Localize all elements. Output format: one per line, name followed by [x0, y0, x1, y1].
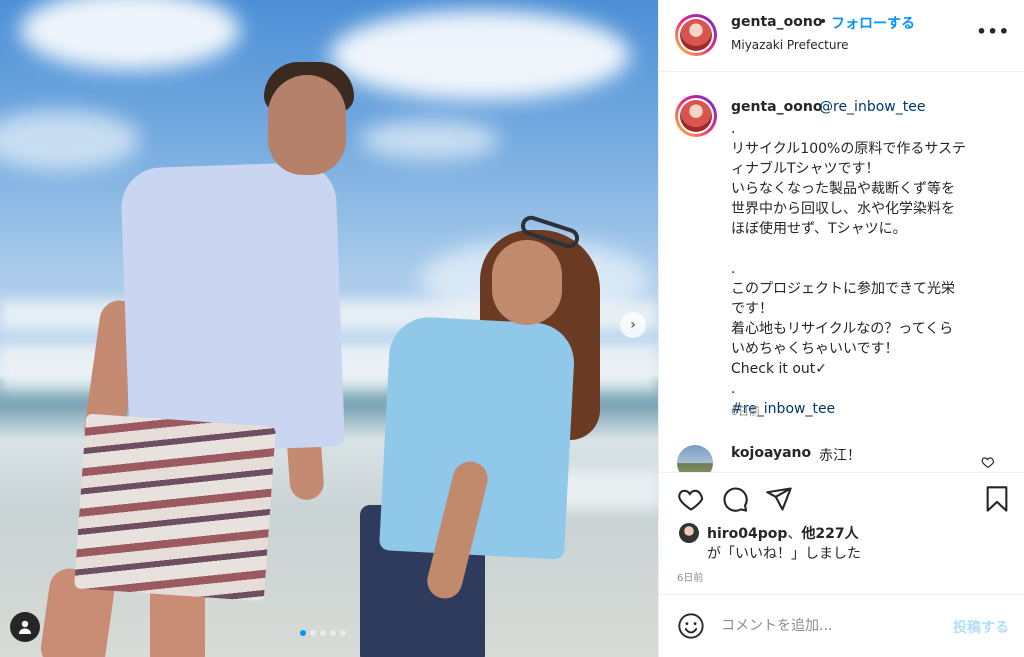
woman-shirt — [378, 315, 577, 560]
caption-line: . — [731, 381, 736, 397]
follow-button[interactable]: フォローする — [831, 13, 915, 33]
caption-line: 世界中から回収し、水や化学染料を — [731, 201, 955, 217]
post-timestamp[interactable]: 6日前 — [677, 569, 703, 584]
share-icon[interactable] — [765, 485, 793, 513]
tagged-users-button[interactable] — [10, 612, 40, 642]
carousel-dot — [340, 630, 346, 636]
caption-line: このプロジェクトに参加できて光栄 — [731, 281, 955, 297]
caption-username[interactable]: genta_oono — [731, 99, 822, 115]
chevron-right-icon: › — [630, 317, 636, 333]
caption-timestamp[interactable]: 6日前 — [731, 403, 760, 419]
location-link[interactable]: Miyazaki Prefecture — [731, 38, 849, 52]
liker-avatar[interactable] — [679, 523, 699, 543]
cloud — [20, 0, 240, 70]
likes-count[interactable]: 他227人 — [801, 526, 858, 542]
caption-line: Check it out✓ — [731, 361, 828, 377]
caption-line: 着心地もリサイクルなの？ってくら — [731, 321, 954, 337]
avatar[interactable] — [675, 14, 717, 56]
comment-input[interactable] — [721, 613, 941, 639]
caption-line: ィナブルTシャツです！ — [731, 161, 880, 177]
comment-text: 赤江！ — [819, 448, 861, 464]
carousel-next-button[interactable]: › — [620, 312, 646, 338]
separator-dot: • — [819, 14, 828, 30]
caption-line: いめちゃくちゃいいです！ — [731, 341, 899, 357]
caption-line: リサイクル100%の原料で作るサステ — [731, 141, 967, 157]
caption-line: です！ — [731, 301, 773, 317]
post-header: genta_oono • フォローする Miyazaki Prefecture … — [659, 0, 1024, 72]
comment-icon[interactable] — [721, 485, 749, 513]
user-icon — [19, 620, 31, 634]
cloud — [360, 120, 500, 160]
caption-line — [731, 239, 1001, 259]
username-link[interactable]: genta_oono — [731, 14, 822, 30]
liker-username[interactable]: hiro04pop — [707, 526, 787, 542]
comment-heart-icon[interactable] — [981, 455, 995, 469]
more-options-icon[interactable]: ••• — [976, 22, 1010, 41]
post-actions: hiro04pop、他227人 が「いいね！」しました 6日前 — [659, 472, 1024, 592]
post-photo[interactable]: › — [0, 0, 658, 657]
caption-line: . — [731, 261, 736, 277]
carousel-dot — [330, 630, 336, 636]
likes-connector: 、 — [787, 526, 802, 542]
post-comment-button[interactable]: 投稿する — [953, 617, 1009, 637]
cloud — [330, 10, 630, 100]
carousel-dot — [320, 630, 326, 636]
carousel-indicator — [300, 630, 346, 636]
carousel-dot — [300, 630, 306, 636]
add-comment-bar: 投稿する — [659, 594, 1024, 657]
heart-icon[interactable] — [677, 485, 705, 513]
emoji-icon[interactable] — [677, 612, 705, 640]
man-shirt — [120, 161, 345, 454]
comment-username[interactable]: kojoayano — [731, 445, 811, 461]
bookmark-icon[interactable] — [983, 485, 1011, 513]
carousel-dot — [310, 630, 316, 636]
post-side-panel: genta_oono • フォローする Miyazaki Prefecture … — [658, 0, 1024, 657]
comments-scroll-area[interactable]: genta_oono @re_inbow_tee . リサイクル100%の原料で… — [659, 73, 1024, 473]
caption-line: ほぼ使用せず、Tシャツに。 — [731, 221, 907, 237]
commenter-avatar[interactable] — [677, 445, 713, 473]
caption-mention[interactable]: @re_inbow_tee — [819, 99, 925, 115]
cloud — [0, 110, 140, 170]
caption-line: . — [731, 121, 736, 137]
woman-face — [492, 240, 562, 325]
caption-hashtag[interactable]: #re_inbow_tee — [731, 399, 1001, 419]
likes-suffix: が「いいね！」しました — [707, 546, 861, 562]
avatar[interactable] — [675, 95, 717, 137]
man-head — [268, 75, 346, 175]
caption-text: . リサイクル100%の原料で作るサステ ィナブルTシャツです！ いらなくなった… — [731, 119, 1001, 419]
likes-summary[interactable]: hiro04pop、他227人 — [707, 523, 859, 543]
caption-line: いらなくなった製品や裁断くず等を — [731, 181, 955, 197]
man-shorts — [74, 413, 276, 602]
